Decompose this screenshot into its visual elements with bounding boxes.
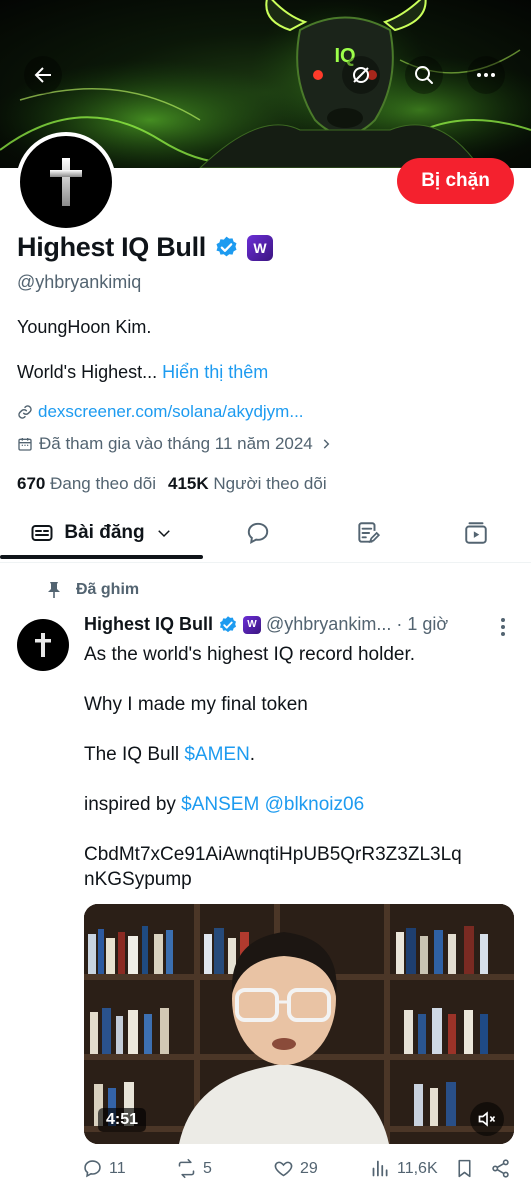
verified-badge-icon[interactable] — [214, 235, 239, 260]
tab-replies[interactable] — [222, 505, 294, 561]
post-text-line-5: CbdMt7xCe91AiAwnqtiHpUB5QrR3Z3ZL3Lq — [84, 844, 462, 865]
bio-line-2: World's Highest... Hiển thị thêm — [17, 362, 268, 383]
analytics-icon — [372, 1160, 388, 1177]
affiliate-badge-icon: W — [243, 615, 262, 634]
profile-avatar[interactable] — [16, 132, 116, 232]
post-text-line-1: As the world's highest IQ record holder. — [84, 644, 416, 665]
share-icon — [492, 1159, 509, 1178]
repost-button[interactable]: 5 — [176, 1158, 212, 1179]
cross-icon — [35, 633, 51, 657]
following-label: Đang theo dõi — [50, 474, 156, 493]
bio-line-1: YoungHoon Kim. — [17, 317, 152, 337]
mention-blknoiz06[interactable]: @blknoiz06 — [265, 794, 365, 815]
show-more-link[interactable]: Hiển thị thêm — [162, 362, 268, 382]
pin-icon — [48, 582, 60, 598]
website-link[interactable]: dexscreener.com/solana/akydjym... — [17, 402, 304, 422]
reply-count: 11 — [109, 1159, 126, 1177]
followers-stat[interactable]: 415K Người theo dõi — [168, 474, 327, 494]
tab-posts-label: Bài đăng — [64, 522, 145, 543]
speaker-muted-icon — [478, 1111, 496, 1127]
active-tab-indicator — [0, 555, 203, 559]
views-button[interactable]: 11,6K — [370, 1158, 438, 1179]
blocked-button[interactable]: Bị chặn — [397, 158, 514, 204]
media-video-icon — [465, 522, 487, 544]
posts-tab-icon — [31, 525, 53, 541]
bookmark-icon — [458, 1159, 471, 1178]
more-horizontal-icon — [477, 73, 495, 77]
video-thumbnail-image — [84, 904, 514, 1144]
link-icon — [18, 405, 32, 419]
post-text-line-4: inspired by $ANSEM @blknoiz06 — [84, 794, 364, 816]
cross-icon — [50, 158, 82, 206]
post-text-line-3: The IQ Bull $AMEN. — [84, 744, 255, 766]
joined-text: Đã tham gia vào tháng 11 năm 2024 — [39, 434, 313, 453]
followers-label: Người theo dõi — [213, 474, 327, 493]
cashtag-amen[interactable]: $AMEN — [184, 744, 249, 765]
search-button[interactable] — [405, 56, 443, 94]
tab-articles[interactable] — [332, 505, 404, 561]
like-count: 29 — [300, 1159, 318, 1177]
arrow-left-icon — [34, 67, 51, 83]
mute-button[interactable] — [470, 1102, 504, 1136]
joined-date[interactable]: Đã tham gia vào tháng 11 năm 2024 — [17, 434, 333, 454]
tab-media[interactable] — [440, 505, 512, 561]
following-count: 670 — [17, 474, 46, 493]
post-actions: 11 5 29 11,6K — [0, 1158, 531, 1188]
reply-bubble-icon — [247, 522, 269, 544]
article-icon — [358, 522, 381, 544]
followers-count: 415K — [167, 474, 209, 493]
follow-stats: 670 Đang theo dõi 415K Người theo dõi — [17, 474, 327, 494]
video-duration: 4:51 — [98, 1108, 147, 1132]
view-count: 11,6K — [397, 1159, 438, 1177]
like-button[interactable]: 29 — [273, 1158, 318, 1179]
tab-posts[interactable]: Bài đăng — [0, 505, 203, 561]
post-text: inspired by — [84, 794, 182, 815]
post-text: . — [249, 744, 256, 765]
reply-button[interactable]: 11 — [82, 1158, 126, 1179]
share-button[interactable] — [490, 1158, 511, 1179]
post-time: · 1 giờ — [396, 614, 449, 634]
more-button[interactable] — [467, 56, 505, 94]
pinned-label: Đã ghim — [46, 581, 139, 599]
back-button[interactable] — [24, 56, 62, 94]
repost-icon — [178, 1158, 195, 1179]
calendar-icon — [18, 438, 32, 451]
grok-button[interactable] — [342, 56, 380, 94]
post-text-line-6: nKGSypump — [84, 869, 192, 890]
bookmark-button[interactable] — [454, 1158, 475, 1179]
post-author-avatar[interactable] — [17, 619, 69, 671]
affiliate-badge-icon[interactable]: W — [247, 234, 274, 261]
search-icon — [415, 66, 433, 84]
post-text-line-2: Why I made my final token — [84, 694, 308, 715]
grok-icon — [353, 67, 369, 83]
post-more-button[interactable] — [494, 616, 512, 643]
chevron-down-icon — [157, 530, 170, 538]
website-text: dexscreener.com/solana/akydjym... — [38, 402, 304, 421]
verified-badge-icon — [220, 615, 237, 632]
reply-icon — [84, 1160, 101, 1178]
profile-handle: @yhbryankimiq — [17, 272, 142, 292]
post-author-handle: @yhbryankim... — [266, 614, 392, 634]
following-stat[interactable]: 670 Đang theo dõi — [17, 474, 156, 494]
pinned-text: Đã ghim — [76, 581, 140, 598]
chevron-right-icon — [323, 439, 330, 449]
heart-icon — [274, 1161, 293, 1177]
more-vertical-icon — [501, 618, 505, 636]
post-author-name[interactable]: Highest IQ Bull — [84, 614, 213, 635]
name-row: Highest IQ Bull W — [17, 232, 274, 263]
cashtag-ansem[interactable]: $ANSEM — [181, 794, 259, 815]
display-name: Highest IQ Bull — [17, 232, 207, 262]
bio-text: World's Highest... — [17, 362, 158, 382]
post-header: Highest IQ Bull W @yhbryankim... · 1 giờ — [84, 614, 448, 635]
repost-count: 5 — [203, 1159, 212, 1177]
post-video[interactable] — [84, 904, 514, 1144]
post-text: The IQ Bull — [84, 744, 185, 765]
